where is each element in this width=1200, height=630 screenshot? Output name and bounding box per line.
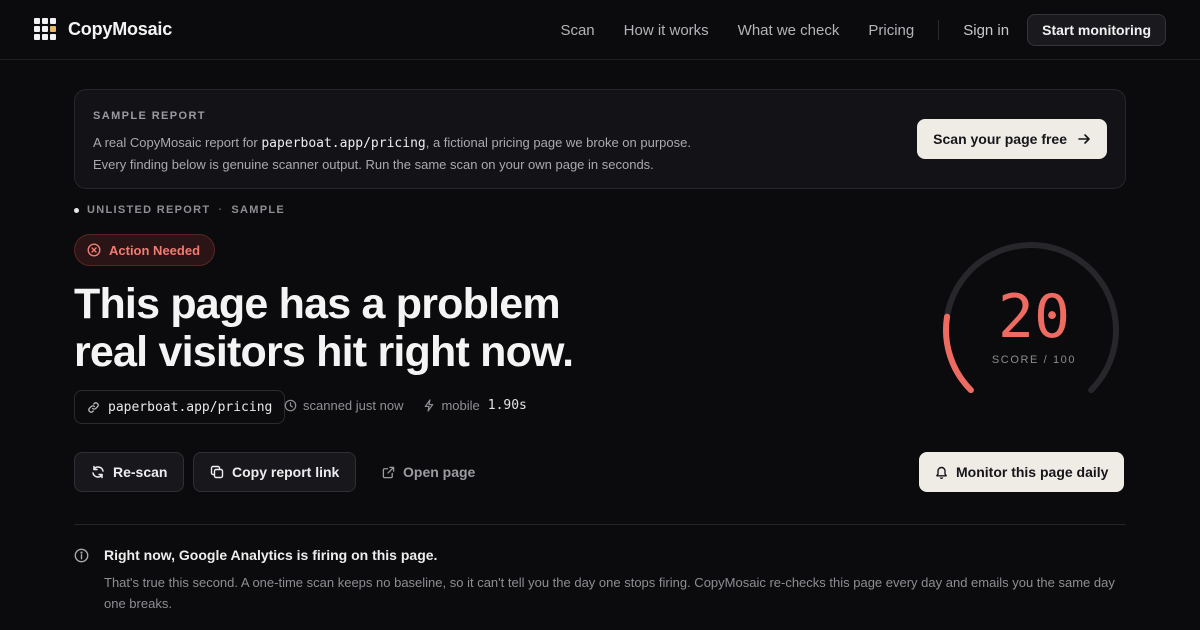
scan-info: scanned just now mobile 1.90s bbox=[284, 398, 527, 413]
banner-url: paperboat.app/pricing bbox=[261, 136, 426, 151]
refresh-icon bbox=[92, 465, 104, 479]
score-value: 20 bbox=[997, 282, 1071, 352]
nav-divider bbox=[938, 20, 940, 40]
nav-link-pricing[interactable]: Pricing bbox=[868, 22, 914, 39]
scan-device: mobile bbox=[441, 398, 480, 413]
copy-report-link-button[interactable]: Copy report link bbox=[193, 452, 357, 492]
notice-body: That's true this second. A one-time scan… bbox=[104, 575, 1115, 611]
scanned-url: paperboat.app/pricing bbox=[108, 399, 273, 415]
banner-line1-suffix: , a fictional pricing page we broke on p… bbox=[425, 135, 691, 150]
scanned-time: scanned just now bbox=[303, 398, 404, 413]
load-time: 1.90s bbox=[487, 398, 527, 413]
status-dot-icon bbox=[74, 207, 79, 213]
copy-icon bbox=[210, 465, 224, 479]
monitor-daily-button[interactable]: Monitor this page daily bbox=[919, 452, 1125, 492]
notice-title: Right now, Google Analytics is firing on… bbox=[104, 547, 438, 563]
status-badge: Action Needed bbox=[74, 234, 216, 266]
copy-report-link-label: Copy report link bbox=[232, 464, 340, 480]
page-title: This page has a problem real visitors hi… bbox=[74, 280, 694, 376]
nav-link-scan[interactable]: Scan bbox=[560, 22, 594, 39]
meta-separator: · bbox=[218, 204, 224, 216]
open-page-label: Open page bbox=[403, 464, 476, 480]
banner-line2: Every finding below is genuine scanner o… bbox=[93, 157, 654, 172]
sign-in-link[interactable]: Sign in bbox=[963, 22, 1009, 39]
report-meta: UNLISTED REPORT · SAMPLE bbox=[74, 204, 285, 216]
link-icon bbox=[88, 401, 99, 413]
bell-icon bbox=[936, 466, 947, 479]
brand[interactable]: CopyMosaic bbox=[34, 17, 173, 42]
x-circle-icon bbox=[87, 243, 101, 257]
report-visibility: UNLISTED REPORT bbox=[87, 204, 211, 216]
sample-report-banner: SAMPLE REPORT A real CopyMosaic report f… bbox=[74, 89, 1126, 189]
nav-link-how-it-works[interactable]: How it works bbox=[624, 22, 709, 39]
status-label: Action Needed bbox=[109, 242, 201, 258]
rescan-button[interactable]: Re-scan bbox=[74, 452, 185, 492]
open-page-link[interactable]: Open page bbox=[382, 452, 475, 492]
top-nav: CopyMosaic Scan How it works What we che… bbox=[0, 0, 1200, 60]
grid-logo-icon bbox=[34, 17, 58, 42]
clock-icon bbox=[284, 399, 297, 412]
nav-link-what-we-check[interactable]: What we check bbox=[738, 22, 840, 39]
scan-your-page-button[interactable]: Scan your page free bbox=[917, 119, 1107, 159]
bolt-icon bbox=[425, 399, 434, 412]
rescan-label: Re-scan bbox=[113, 464, 168, 480]
external-link-icon bbox=[382, 466, 395, 478]
banner-line1-prefix: A real CopyMosaic report for bbox=[93, 135, 262, 150]
section-divider bbox=[74, 524, 1126, 525]
arrow-right-icon bbox=[1078, 134, 1090, 144]
info-icon bbox=[74, 548, 89, 563]
score-label: SCORE / 100 bbox=[991, 354, 1077, 366]
report-kind: SAMPLE bbox=[231, 204, 286, 216]
headline-line2: real visitors hit right now. bbox=[74, 328, 574, 376]
start-monitoring-button[interactable]: Start monitoring bbox=[1027, 14, 1166, 46]
brand-name: CopyMosaic bbox=[68, 19, 173, 39]
scanned-url-chip: paperboat.app/pricing bbox=[74, 390, 286, 424]
nav-links: Scan How it works What we check Pricing … bbox=[560, 0, 1166, 60]
headline-line1: This page has a problem bbox=[74, 280, 561, 328]
scan-your-page-label: Scan your page free bbox=[933, 131, 1067, 147]
monitor-daily-label: Monitor this page daily bbox=[956, 464, 1109, 480]
